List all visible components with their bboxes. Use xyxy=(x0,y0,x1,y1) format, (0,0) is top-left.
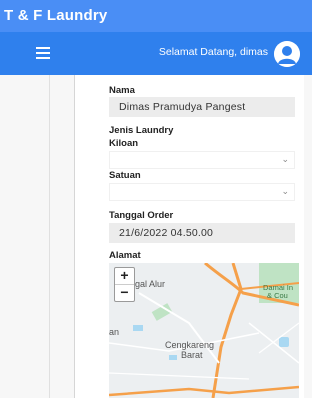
sidebar-divider xyxy=(49,75,50,398)
map-place-label: & Cou xyxy=(267,291,288,300)
chevron-down-icon: ⌄ xyxy=(281,186,289,196)
address-map[interactable]: + − gal Alur Damai In & Cou an Cengkaren… xyxy=(109,263,299,398)
hamburger-menu-icon[interactable] xyxy=(36,47,50,59)
app-title: T & F Laundry xyxy=(4,7,108,24)
map-place-label: Barat xyxy=(181,350,203,360)
user-avatar-icon[interactable] xyxy=(274,41,300,67)
app-titlebar: T & F Laundry xyxy=(0,0,312,32)
map-zoom-control: + − xyxy=(114,267,135,302)
page-content: Nama Dimas Pramudya Pangest Jenis Laundr… xyxy=(0,75,312,398)
zoom-in-button[interactable]: + xyxy=(115,268,134,284)
nama-field: Dimas Pramudya Pangest xyxy=(109,97,295,117)
map-place-label: Cengkareng xyxy=(165,340,215,350)
tanggal-order-label: Tanggal Order xyxy=(109,210,174,221)
order-form-card: Nama Dimas Pramudya Pangest Jenis Laundr… xyxy=(74,75,304,398)
jenis-laundry-label: Jenis Laundry xyxy=(109,125,174,136)
map-place-label: gal Alur xyxy=(135,279,166,289)
zoom-out-button[interactable]: − xyxy=(115,285,134,301)
satuan-label: Satuan xyxy=(109,170,141,181)
map-place-label: an xyxy=(109,327,120,337)
nama-label: Nama xyxy=(109,85,135,96)
top-navbar: Selamat Datang, dimas xyxy=(0,32,312,75)
chevron-down-icon: ⌄ xyxy=(281,154,289,164)
welcome-text: Selamat Datang, dimas xyxy=(158,46,268,58)
kiloan-select[interactable]: ⌄ xyxy=(109,151,295,169)
kiloan-label: Kiloan xyxy=(109,138,139,149)
alamat-label: Alamat xyxy=(109,250,141,261)
satuan-select[interactable]: ⌄ xyxy=(109,183,295,201)
tanggal-order-field: 21/6/2022 04.50.00 xyxy=(109,223,295,243)
